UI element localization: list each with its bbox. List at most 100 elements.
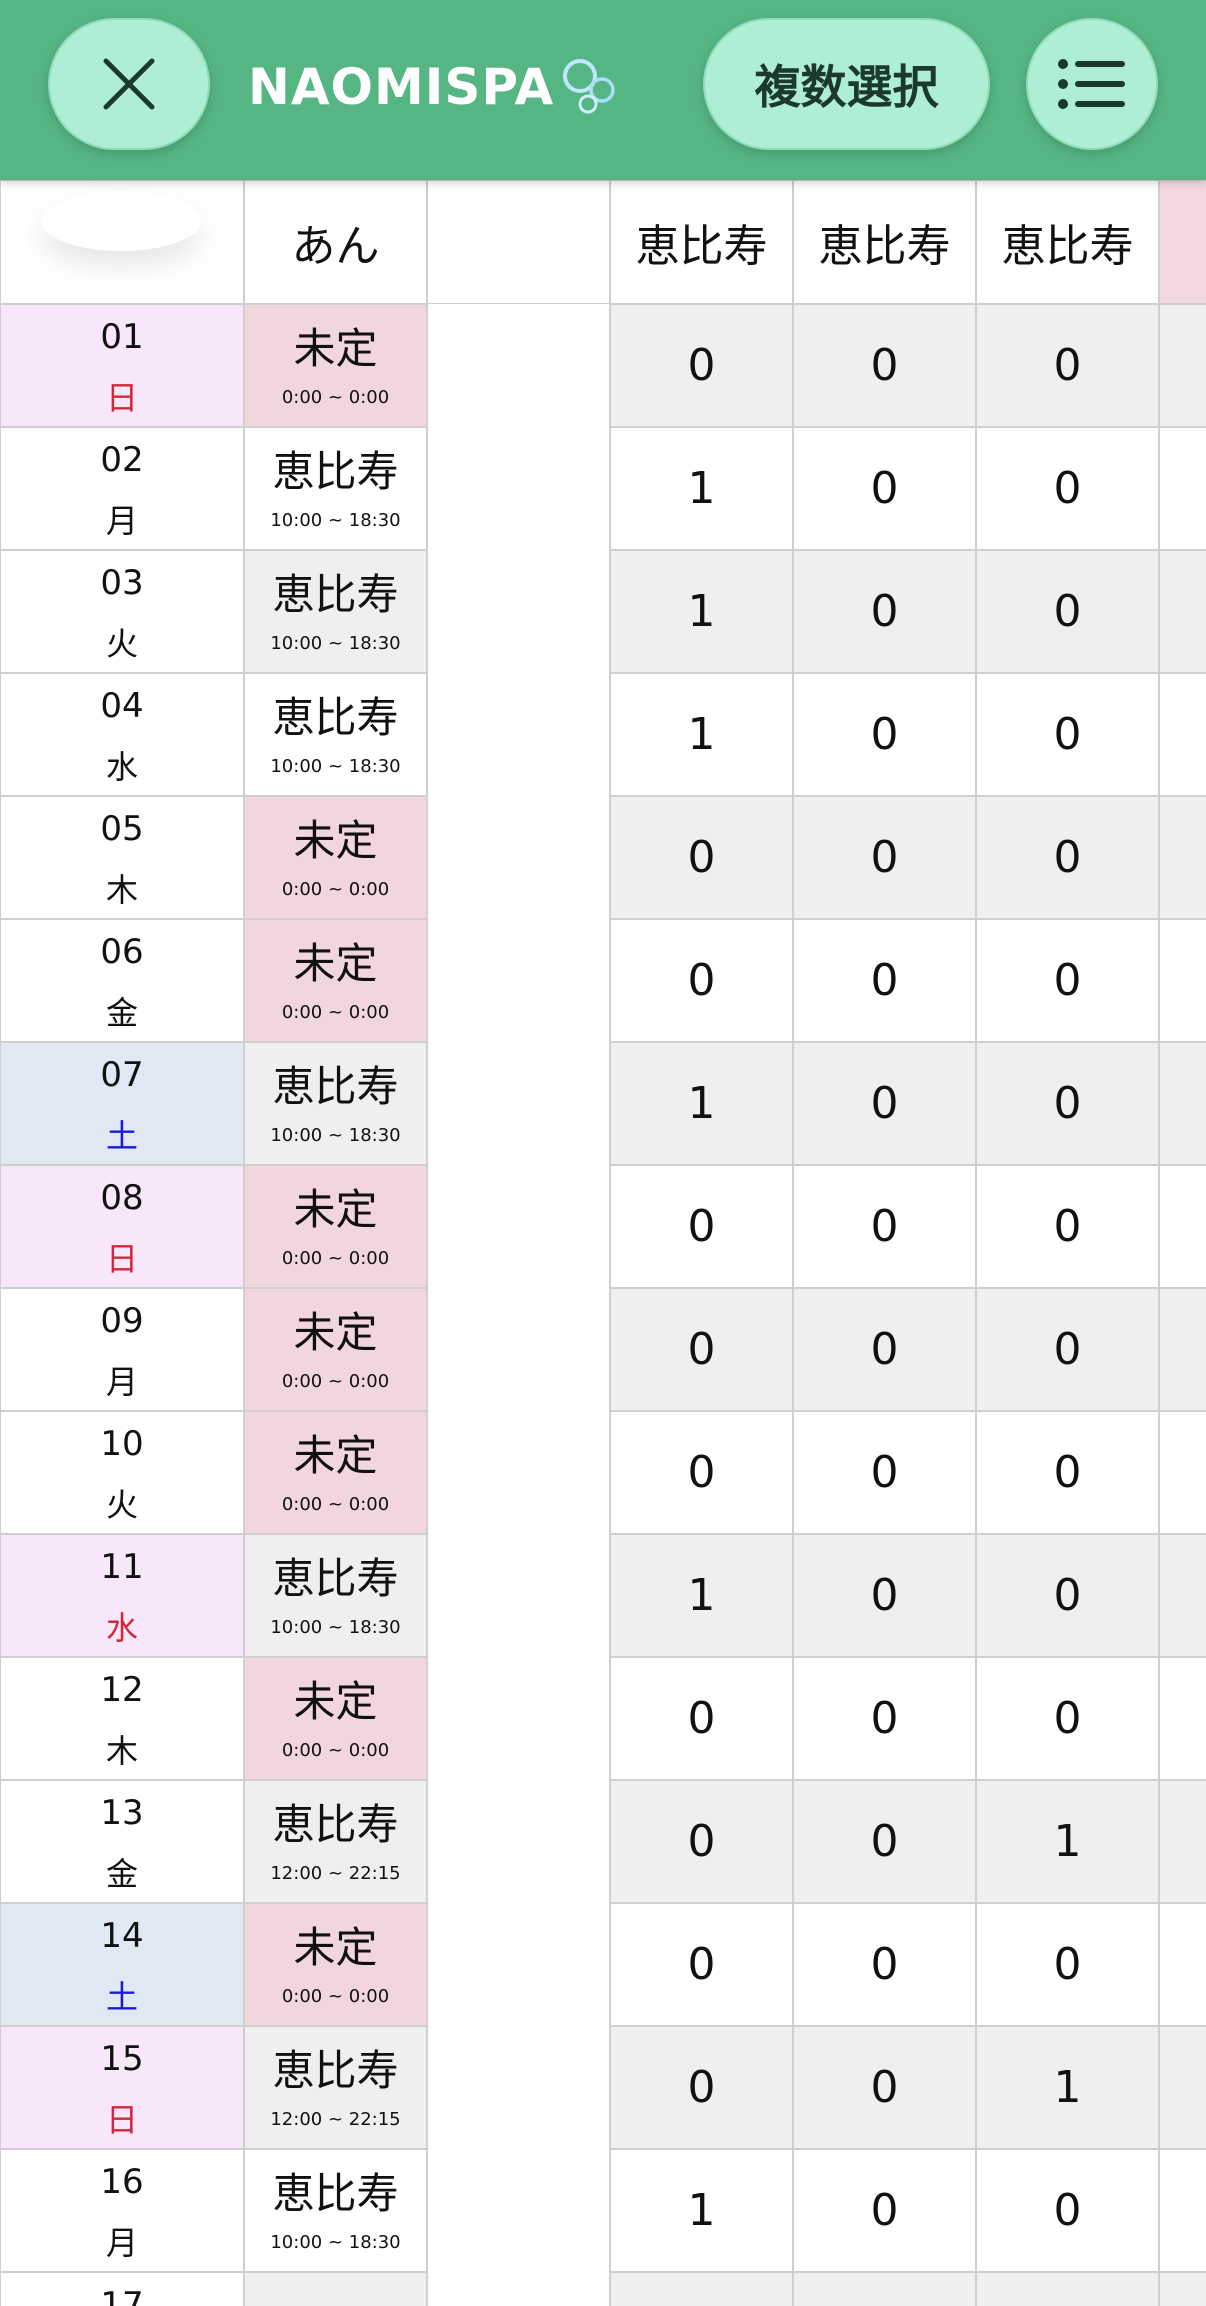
location-header[interactable]: 恵比寿 (610, 180, 793, 304)
booking-count-cell[interactable]: 0 (976, 304, 1159, 427)
booking-count-cell[interactable]: 1 (610, 2149, 793, 2272)
booking-count-cell[interactable]: 0 (976, 427, 1159, 550)
location-header[interactable]: 恵比寿 (976, 180, 1159, 304)
booking-count-cell[interactable]: 0 (610, 304, 793, 427)
shift-cell[interactable]: 恵比寿 10:00 ~ 18:30 (244, 673, 427, 796)
booking-count-cell-partial[interactable] (1159, 427, 1206, 550)
booking-count-cell[interactable]: 1 (610, 427, 793, 550)
booking-count-cell[interactable]: 0 (976, 919, 1159, 1042)
booking-count-cell[interactable]: 0 (793, 427, 976, 550)
booking-count-cell[interactable]: 0 (793, 919, 976, 1042)
booking-count-cell[interactable]: 0 (976, 1288, 1159, 1411)
booking-count-cell[interactable]: 0 (610, 1288, 793, 1411)
shift-cell[interactable]: 恵比寿 10:00 ~ 18:30 (244, 550, 427, 673)
location-header[interactable]: 恵比寿 (793, 180, 976, 304)
booking-count-cell[interactable]: 1 (976, 2026, 1159, 2149)
booking-count-cell-partial[interactable] (1159, 1534, 1206, 1657)
date-cell[interactable]: 04 水 (0, 673, 244, 796)
booking-count-cell[interactable]: 0 (610, 1657, 793, 1780)
booking-count-cell[interactable]: 0 (610, 1165, 793, 1288)
date-cell[interactable]: 10 火 (0, 1411, 244, 1534)
date-cell[interactable]: 12 木 (0, 1657, 244, 1780)
booking-count-cell-partial[interactable] (1159, 1411, 1206, 1534)
booking-count-cell[interactable]: 0 (976, 1165, 1159, 1288)
booking-count-cell[interactable]: 1 (976, 1780, 1159, 1903)
booking-count-cell[interactable]: 0 (976, 1042, 1159, 1165)
booking-count-cell[interactable]: 1 (610, 550, 793, 673)
date-cell[interactable]: 15 日 (0, 2026, 244, 2149)
date-cell[interactable]: 17 (0, 2272, 244, 2306)
shift-cell[interactable]: 未定 0:00 ~ 0:00 (244, 1657, 427, 1780)
location-header-partial[interactable] (1159, 180, 1206, 304)
booking-count-cell[interactable]: 0 (610, 1780, 793, 1903)
booking-count-cell[interactable]: 0 (976, 1657, 1159, 1780)
date-cell[interactable]: 16 月 (0, 2149, 244, 2272)
shift-cell[interactable]: 恵比寿 10:00 ~ 18:30 (244, 1042, 427, 1165)
booking-count-cell-partial[interactable] (1159, 1903, 1206, 2026)
booking-count-cell[interactable]: 0 (793, 1657, 976, 1780)
booking-count-cell[interactable] (610, 2272, 793, 2306)
booking-count-cell[interactable]: 0 (976, 2149, 1159, 2272)
date-cell[interactable]: 02 月 (0, 427, 244, 550)
booking-count-cell[interactable]: 0 (793, 2026, 976, 2149)
booking-count-cell-partial[interactable] (1159, 1288, 1206, 1411)
booking-count-cell-partial[interactable] (1159, 1165, 1206, 1288)
booking-count-cell-partial[interactable] (1159, 1780, 1206, 1903)
booking-count-cell[interactable]: 0 (610, 1903, 793, 2026)
booking-count-cell-partial[interactable] (1159, 1042, 1206, 1165)
booking-count-cell[interactable]: 0 (610, 1411, 793, 1534)
booking-count-cell-partial[interactable] (1159, 2272, 1206, 2306)
date-cell[interactable]: 11 水 (0, 1534, 244, 1657)
booking-count-cell[interactable]: 0 (610, 796, 793, 919)
date-cell[interactable]: 01 日 (0, 304, 244, 427)
shift-cell[interactable]: 未定 0:00 ~ 0:00 (244, 1288, 427, 1411)
shift-cell[interactable]: 恵比寿 10:00 ~ 18:30 (244, 2149, 427, 2272)
booking-count-cell[interactable] (976, 2272, 1159, 2306)
booking-count-cell-partial[interactable] (1159, 550, 1206, 673)
booking-count-cell[interactable]: 0 (976, 796, 1159, 919)
date-cell[interactable]: 05 木 (0, 796, 244, 919)
date-cell[interactable]: 08 日 (0, 1165, 244, 1288)
booking-count-cell[interactable]: 0 (610, 919, 793, 1042)
close-button[interactable] (48, 18, 210, 150)
booking-count-cell[interactable]: 1 (610, 1534, 793, 1657)
shift-cell[interactable]: 恵比寿 12:00 ~ 22:15 (244, 1780, 427, 1903)
booking-count-cell[interactable]: 0 (793, 2149, 976, 2272)
shift-cell[interactable]: 恵比寿 12:00 ~ 22:15 (244, 2026, 427, 2149)
booking-count-cell[interactable] (793, 2272, 976, 2306)
booking-count-cell[interactable]: 0 (976, 1411, 1159, 1534)
date-cell[interactable]: 13 金 (0, 1780, 244, 1903)
booking-count-cell-partial[interactable] (1159, 1657, 1206, 1780)
booking-count-cell[interactable]: 0 (793, 550, 976, 673)
shift-cell[interactable]: 未定 0:00 ~ 0:00 (244, 1165, 427, 1288)
shift-cell[interactable]: 未定 0:00 ~ 0:00 (244, 304, 427, 427)
booking-count-cell[interactable]: 0 (976, 673, 1159, 796)
shift-cell[interactable]: 未定 0:00 ~ 0:00 (244, 1411, 427, 1534)
booking-count-cell[interactable]: 1 (610, 673, 793, 796)
shift-cell[interactable]: 未定 0:00 ~ 0:00 (244, 919, 427, 1042)
shift-cell[interactable]: 恵比寿 10:00 ~ 18:30 (244, 1534, 427, 1657)
shift-cell[interactable]: 恵比寿 10:00 ~ 18:30 (244, 427, 427, 550)
booking-count-cell[interactable]: 0 (793, 1288, 976, 1411)
shift-cell[interactable] (244, 2272, 427, 2306)
date-cell[interactable]: 14 土 (0, 1903, 244, 2026)
booking-count-cell[interactable]: 0 (793, 1165, 976, 1288)
booking-count-cell-partial[interactable] (1159, 673, 1206, 796)
booking-count-cell[interactable]: 0 (793, 304, 976, 427)
booking-count-cell-partial[interactable] (1159, 919, 1206, 1042)
booking-count-cell[interactable]: 0 (793, 1534, 976, 1657)
booking-count-cell[interactable]: 1 (610, 1042, 793, 1165)
date-cell[interactable]: 06 金 (0, 919, 244, 1042)
booking-count-cell[interactable]: 0 (793, 673, 976, 796)
booking-count-cell-partial[interactable] (1159, 2149, 1206, 2272)
menu-button[interactable] (1026, 18, 1158, 150)
multi-select-button[interactable]: 複数選択 (703, 18, 990, 150)
date-cell[interactable]: 09 月 (0, 1288, 244, 1411)
staff-name-header[interactable]: あん (244, 180, 427, 304)
booking-count-cell[interactable]: 0 (976, 550, 1159, 673)
booking-count-cell-partial[interactable] (1159, 2026, 1206, 2149)
booking-count-cell[interactable]: 0 (793, 1042, 976, 1165)
booking-count-cell[interactable]: 0 (793, 796, 976, 919)
booking-count-cell[interactable]: 0 (793, 1780, 976, 1903)
booking-count-cell[interactable]: 0 (793, 1411, 976, 1534)
